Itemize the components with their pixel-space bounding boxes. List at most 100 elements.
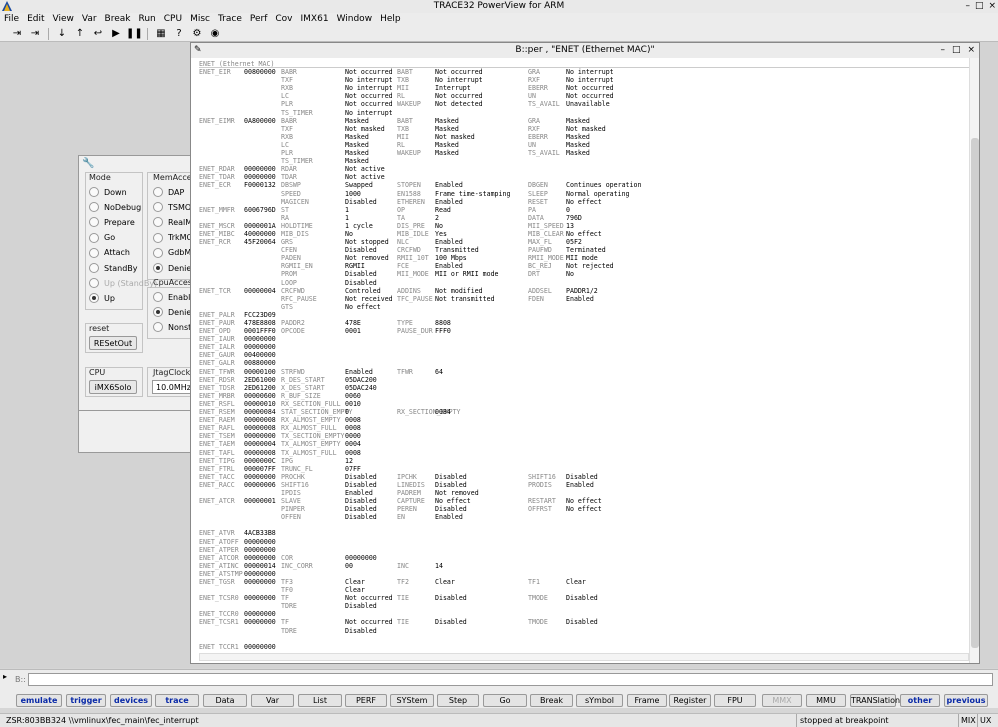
menu-item-file[interactable]: File (0, 13, 23, 26)
field-value[interactable]: No effect (345, 303, 381, 311)
field-value[interactable]: Clear (345, 586, 365, 594)
field-value[interactable]: Masked (345, 117, 369, 125)
register-value[interactable]: 00000000 (244, 335, 276, 343)
field-name[interactable]: OP (397, 206, 405, 214)
field-value[interactable]: Clear (345, 578, 365, 586)
field-value[interactable]: Terminated (566, 246, 606, 254)
softkey-trace[interactable]: trace (155, 694, 199, 707)
field-name[interactable]: PAUFWD (528, 246, 552, 254)
field-value[interactable]: 1000 (345, 190, 361, 198)
field-value[interactable]: 0 (566, 206, 570, 214)
register-value[interactable]: 00000004 (244, 287, 276, 295)
register-row[interactable]: ENET_TSEM 00000000 TX_SECTION_EMPTY 0000 (199, 432, 969, 440)
field-name[interactable]: PEREN (397, 505, 417, 513)
field-name[interactable]: RA (281, 214, 289, 222)
register-row[interactable]: TXF No interrupt TXB No interrupt RXF No inte… (199, 76, 969, 84)
field-name[interactable]: PRODIS (528, 481, 552, 489)
register-value[interactable]: 00000084 (244, 408, 276, 416)
field-name[interactable]: LC (281, 92, 289, 100)
field-name[interactable]: MIB_DIS (281, 230, 309, 238)
radio-button[interactable] (89, 247, 99, 258)
field-value[interactable]: Unavailable (566, 100, 610, 108)
field-name[interactable]: DIS_PRE (397, 222, 425, 230)
field-value[interactable]: No effect (435, 497, 471, 505)
field-value[interactable]: No interrupt (566, 76, 614, 84)
field-name[interactable]: RFC_PAUSE (281, 295, 317, 303)
modes-option[interactable]: Attach (89, 247, 130, 258)
field-value[interactable]: 0001 (345, 327, 361, 335)
field-value[interactable]: Not occurred (345, 594, 393, 602)
step-down-icon[interactable]: ↓ (54, 27, 70, 41)
radio-button[interactable] (89, 232, 99, 243)
radio-button[interactable] (153, 263, 163, 273)
field-name[interactable]: RESTART (528, 497, 556, 505)
field-value[interactable]: Normal operating (566, 190, 630, 198)
maximize-icon[interactable]: □ (952, 43, 961, 58)
reset-out-button[interactable]: RESetOut (89, 336, 137, 350)
register-row[interactable]: LOOP Disabled (199, 279, 969, 287)
register-row[interactable]: ENET_IAUR 00000000 (199, 335, 969, 343)
close-icon[interactable]: × (967, 43, 975, 58)
modes-option[interactable]: Go (89, 232, 115, 243)
field-name[interactable]: TF1 (528, 578, 540, 586)
field-value[interactable]: Enabled (435, 198, 463, 206)
radio-button[interactable] (153, 307, 163, 318)
field-name[interactable]: EBERR (528, 84, 548, 92)
field-value[interactable]: Enabled (435, 238, 463, 246)
field-name[interactable]: RDAR (281, 165, 297, 173)
field-value[interactable]: Masked (345, 157, 369, 165)
menu-item-edit[interactable]: Edit (23, 13, 48, 26)
field-name[interactable]: TXB (397, 125, 409, 133)
field-value[interactable]: No interrupt (435, 76, 483, 84)
register-row[interactable]: ENET_TDAR 00000000 TDAR Not active (199, 173, 969, 181)
register-row[interactable]: ENET_EIR 00800000 BABR Not occurred BABT Not … (199, 68, 969, 76)
field-value[interactable]: No interrupt (345, 84, 393, 92)
field-name[interactable]: RMII_10T (397, 254, 429, 262)
field-name[interactable]: STRFWD (281, 368, 305, 376)
register-value[interactable]: 00000008 (244, 449, 276, 457)
field-value[interactable]: Disabled (345, 627, 377, 635)
field-value[interactable]: Clear (566, 578, 586, 586)
register-row[interactable]: ENET_TGSR 00000000 TF3 Clear TF2 Clear TF1 Clea… (199, 578, 969, 586)
register-row[interactable]: TF0 Clear (199, 586, 969, 594)
register-row[interactable]: ENET_RDAR 00000000 RDAR Not active (199, 165, 969, 173)
register-row[interactable]: CFEN Disabled CRCFWD Transmitted PAUFWD Termi… (199, 246, 969, 254)
register-value[interactable]: 00880000 (244, 359, 276, 367)
modes-option[interactable]: Down (89, 187, 127, 197)
radio-button[interactable] (89, 293, 99, 304)
field-value[interactable]: No effect (566, 230, 602, 238)
field-name[interactable]: FCE (397, 262, 409, 270)
field-value[interactable]: PADDR1/2 (566, 287, 598, 295)
register-value[interactable]: 00000000 (244, 165, 276, 173)
register-value[interactable]: 00000000 (244, 554, 276, 562)
register-value[interactable]: 4ACB33B8 (244, 529, 276, 537)
register-row[interactable]: TXF Not masked TXB Masked RXF Not masked (199, 125, 969, 133)
field-name[interactable]: IPCHK (397, 473, 417, 481)
field-name[interactable]: TF3 (281, 578, 293, 586)
menu-item-view[interactable]: View (49, 13, 78, 26)
softkey-list[interactable]: List (298, 694, 342, 707)
field-name[interactable]: TS_TIMER (281, 157, 313, 165)
field-value[interactable]: 0004 (345, 440, 361, 448)
field-value[interactable]: Enabled (345, 489, 373, 497)
field-value[interactable]: Disabled (435, 594, 467, 602)
field-name[interactable]: RXF (528, 76, 540, 84)
softkey-perf[interactable]: PERF (345, 694, 387, 707)
field-value[interactable]: Disabled (345, 279, 377, 287)
register-row[interactable]: ENET_RDSR 2ED61000 R_DES_START 05DAC200 (199, 376, 969, 384)
softkey-trigger[interactable]: trigger (66, 694, 106, 707)
register-value[interactable]: 0000001A (244, 222, 276, 230)
modes-option[interactable]: Prepare (89, 217, 135, 228)
register-value[interactable]: 2ED61000 (244, 376, 276, 384)
field-name[interactable]: RXB (281, 84, 293, 92)
softkey-previous[interactable]: previous (944, 694, 988, 707)
field-value[interactable]: Disabled (345, 481, 377, 489)
register-row[interactable]: RFC_PAUSE Not received TFC_PAUSE Not transm… (199, 295, 969, 303)
field-name[interactable]: TRUNC_FL (281, 465, 313, 473)
register-row[interactable]: ENET_TCR 00000004 CRCFWD Controled ADDINS Not… (199, 287, 969, 295)
radio-button[interactable] (153, 322, 163, 333)
register-row[interactable]: ENET_RSFL 00000010 RX_SECTION_FULL 0010 (199, 400, 969, 408)
softkey-system[interactable]: SYStem (390, 694, 434, 707)
field-name[interactable]: ST (281, 206, 289, 214)
field-value[interactable]: MII or RMII mode (435, 270, 499, 278)
